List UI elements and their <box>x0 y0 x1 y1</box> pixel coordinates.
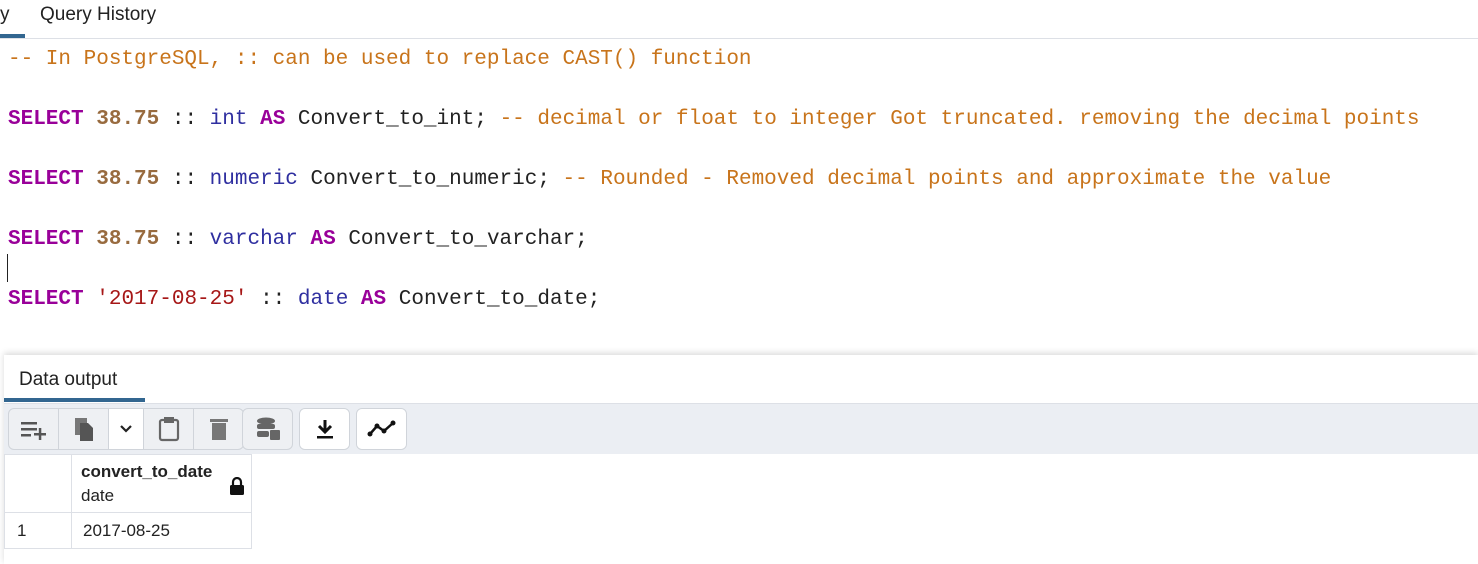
active-tab-indicator <box>0 34 25 38</box>
sql-editor[interactable]: -- In PostgreSQL, :: can be used to repl… <box>0 39 1478 359</box>
code-token: Convert_to_varchar; <box>335 228 588 251</box>
code-token: AS <box>260 108 286 131</box>
column-type: date <box>81 485 115 505</box>
save-data-icon[interactable] <box>243 409 292 449</box>
code-line[interactable]: SELECT 38.75 :: varchar AS Convert_to_va… <box>8 225 588 255</box>
code-line[interactable]: SELECT 38.75 :: int AS Convert_to_int; -… <box>8 105 1420 135</box>
code-token: -- decimal or float to integer Got trunc… <box>499 108 1420 131</box>
tab-query[interactable]: y <box>0 4 10 26</box>
row-number-header <box>4 454 72 513</box>
code-token: Convert_to_int; <box>285 108 500 131</box>
download-icon[interactable] <box>300 409 349 449</box>
tab-query-history[interactable]: Query History <box>40 4 156 26</box>
code-line[interactable]: SELECT 38.75 :: numeric Convert_to_numer… <box>8 165 1331 195</box>
paste-icon[interactable] <box>144 409 194 449</box>
code-token: -- In PostgreSQL, :: can be used to repl… <box>8 48 752 71</box>
active-tab-indicator <box>4 398 145 402</box>
code-token: Convert_to_date; <box>386 288 601 311</box>
row-number: 1 <box>4 512 72 549</box>
column-name: convert_to_date <box>81 461 213 481</box>
graph-visualiser-icon[interactable] <box>357 409 406 449</box>
code-token: 38.75 <box>96 168 160 191</box>
code-token: :: <box>159 228 210 251</box>
code-token: AS <box>310 228 336 251</box>
code-token: 38.75 <box>96 228 160 251</box>
code-token: SELECT <box>8 108 84 131</box>
copy-icon[interactable] <box>59 409 109 449</box>
code-token: SELECT <box>8 168 84 191</box>
table-cell[interactable]: 2017-08-25 <box>71 512 252 549</box>
output-toolbar <box>4 403 1478 454</box>
text-cursor <box>7 254 8 282</box>
code-token: :: <box>159 108 210 131</box>
table-row[interactable]: 1 2017-08-25 <box>4 512 252 549</box>
results-grid: convert_to_date date 1 2017-08-25 <box>4 454 252 549</box>
query-tabs: y Query History <box>0 0 1478 39</box>
code-line[interactable]: -- In PostgreSQL, :: can be used to repl… <box>8 45 752 75</box>
delete-icon[interactable] <box>194 409 243 449</box>
code-token: 38.75 <box>96 108 160 131</box>
code-token: :: <box>247 288 298 311</box>
code-token: int <box>209 108 248 131</box>
column-header[interactable]: convert_to_date date <box>71 454 252 513</box>
code-token: AS <box>360 288 387 311</box>
code-line[interactable]: SELECT '2017-08-25' :: date AS Convert_t… <box>8 285 600 315</box>
code-token: date <box>297 288 349 311</box>
code-token: varchar <box>209 228 298 251</box>
code-token: -- Rounded - Removed decimal points and … <box>562 168 1332 191</box>
code-token: SELECT <box>8 228 84 251</box>
code-token: :: <box>159 168 210 191</box>
code-token: numeric <box>209 168 298 191</box>
tab-data-output[interactable]: Data output <box>19 369 117 391</box>
code-token: Convert_to_numeric; <box>297 168 563 191</box>
code-token: '2017-08-25' <box>96 288 248 311</box>
chevron-down-icon[interactable] <box>109 409 144 449</box>
output-panel: Data output convert_to_date date 1 2017-… <box>4 355 1478 564</box>
lock-icon <box>229 476 245 500</box>
add-row-icon[interactable] <box>9 409 59 449</box>
code-token: SELECT <box>8 288 84 311</box>
